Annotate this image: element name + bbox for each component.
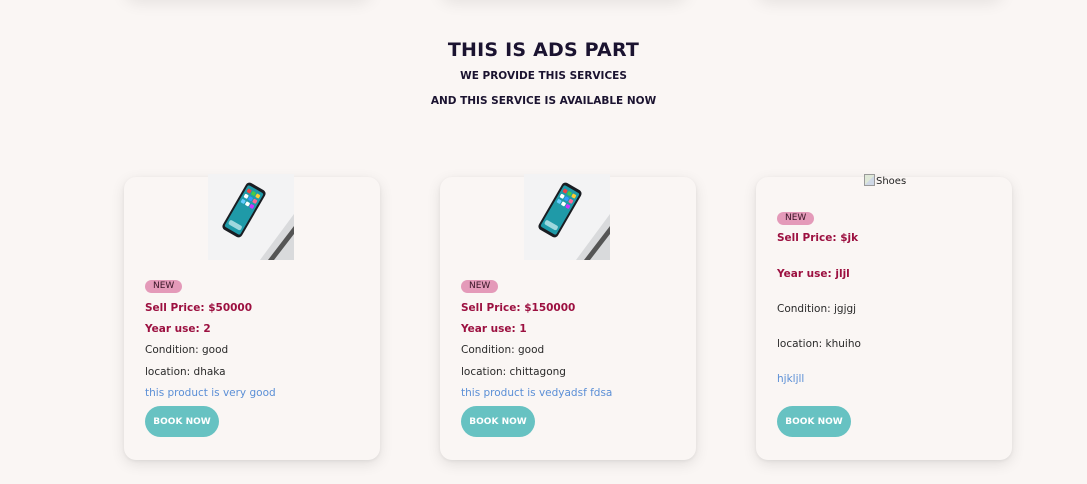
broken-image: Shoes (864, 174, 906, 187)
sell-price: Sell Price: $50000 (145, 302, 253, 314)
product-description: this product is vedyadsf fdsa (461, 387, 613, 399)
phone-photo (524, 174, 610, 260)
book-now-button[interactable]: BOOK NOW (145, 406, 219, 437)
product-card: NEW Sell Price: $150000 Year use: 1 Cond… (440, 174, 696, 460)
page: THIS IS ADS PART WE PROVIDE THIS SERVICE… (0, 0, 1087, 484)
year-use: Year use: 2 (145, 323, 211, 335)
phone-photo (208, 174, 294, 260)
location: location: khuiho (777, 338, 861, 350)
product-description: this product is very good (145, 387, 276, 399)
condition: Condition: good (145, 344, 229, 356)
location: location: dhaka (145, 366, 226, 378)
location: location: chittagong (461, 366, 566, 378)
condition: Condition: good (461, 344, 545, 356)
book-now-button[interactable]: BOOK NOW (777, 406, 851, 437)
section-subtitle: AND THIS SERVICE IS AVAILABLE NOW (430, 95, 657, 107)
new-badge: NEW (777, 212, 815, 225)
product-image (208, 174, 294, 260)
product-card: NEW Sell Price: $50000 Year use: 2 Condi… (124, 174, 380, 460)
sell-price: Sell Price: $150000 (461, 302, 576, 314)
year-use: Year use: jljl (777, 268, 850, 280)
new-badge: NEW (145, 280, 183, 293)
book-now-button[interactable]: BOOK NOW (461, 406, 535, 437)
image-alt-text: Shoes (876, 176, 907, 187)
section-title: THIS IS ADS PART (447, 39, 640, 61)
product-image (524, 174, 610, 260)
broken-image-icon (864, 174, 875, 186)
year-use: Year use: 1 (461, 323, 527, 335)
section-subtitle: WE PROVIDE THIS SERVICES (460, 70, 627, 82)
sell-price: Sell Price: $jk (777, 232, 859, 244)
product-description: hjkljll (777, 373, 805, 385)
condition: Condition: jgjgj (777, 303, 857, 315)
new-badge: NEW (461, 280, 499, 293)
product-card: Shoes NEW Sell Price: $jk Year use: jljl… (756, 174, 1012, 460)
ads-section-header: THIS IS ADS PART WE PROVIDE THIS SERVICE… (0, 38, 1087, 108)
